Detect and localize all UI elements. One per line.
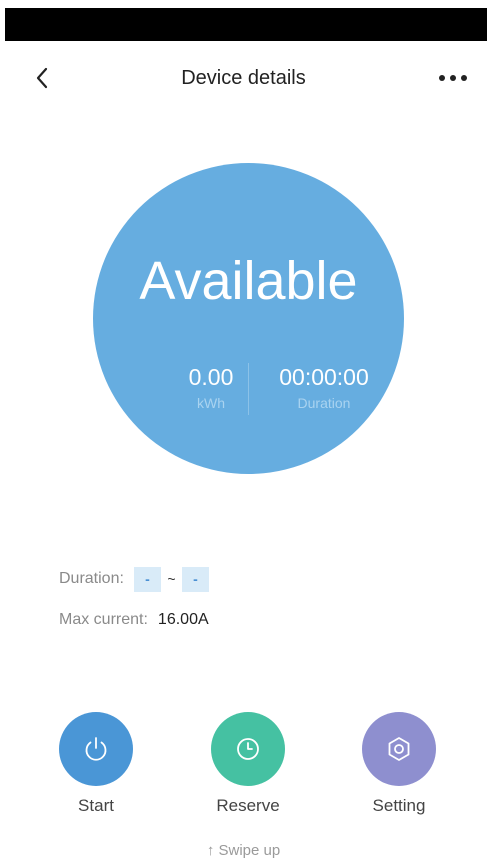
reserve-button-circle[interactable] (211, 712, 285, 786)
more-horizontal-icon (439, 75, 467, 81)
duration-label: Duration (297, 395, 351, 411)
setting-label: Setting (372, 796, 426, 815)
status-circle: Available 0.00 kWh 00:00:00 Duration (93, 163, 404, 474)
max-current-row: Max current: 16.00A (59, 607, 209, 633)
clock-icon (237, 738, 259, 760)
more-options-button[interactable] (433, 55, 473, 101)
energy-stat: 0.00 kWh (173, 363, 249, 413)
setting-button[interactable]: Setting (339, 712, 459, 816)
reserve-label: Reserve (216, 796, 280, 815)
duration-separator: ~ (167, 571, 176, 587)
duration-stat: 00:00:00 Duration (269, 363, 379, 413)
duration-row: Duration: - ~ - (59, 566, 209, 592)
status-bar (5, 8, 487, 41)
energy-value: 0.00 (188, 364, 234, 390)
setting-button-circle[interactable] (362, 712, 436, 786)
status-label: Available (139, 251, 358, 311)
duration-value: 00:00:00 (279, 364, 369, 390)
reserve-button[interactable]: Reserve (188, 712, 308, 816)
duration-end-value: - (181, 566, 209, 592)
start-button-circle[interactable] (59, 712, 133, 786)
power-icon (85, 737, 107, 761)
header: Device details (0, 55, 487, 101)
duration-start-value: - (133, 566, 161, 592)
gear-icon (388, 737, 410, 761)
max-current-value: 16.00A (157, 611, 209, 628)
start-button[interactable]: Start (36, 712, 156, 816)
stat-divider (248, 363, 249, 415)
max-current-label: Max current: (59, 611, 148, 628)
page-title: Device details (181, 67, 306, 89)
swipe-up-hint[interactable]: ↑ Swipe up (0, 842, 487, 860)
duration-row-label: Duration: (59, 570, 124, 587)
energy-unit: kWh (197, 395, 225, 411)
start-label: Start (78, 796, 114, 815)
